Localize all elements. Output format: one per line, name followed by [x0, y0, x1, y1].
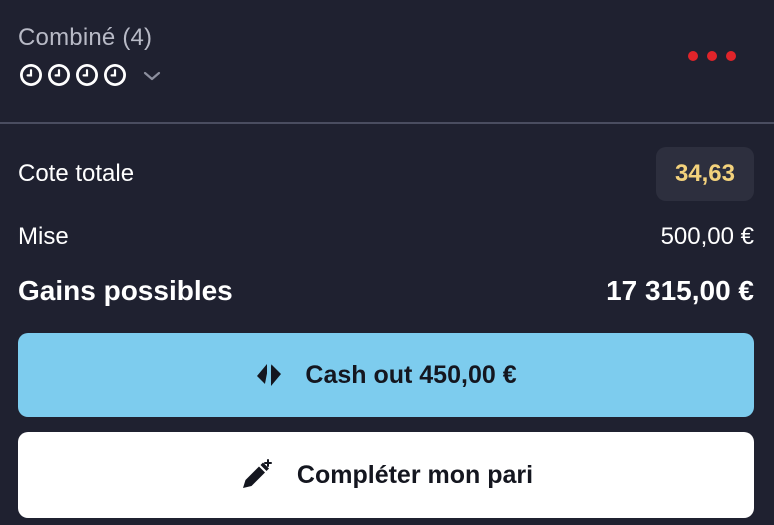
cashout-icon — [255, 360, 283, 390]
menu-dot — [726, 51, 736, 61]
potential-gains-value: 17 315,00 € — [606, 275, 754, 306]
clock-icon — [48, 64, 70, 86]
total-odds-badge: 34,63 — [655, 147, 754, 201]
bet-header[interactable]: Combiné (4) — [0, 0, 774, 123]
bet-title: Combiné (4) — [18, 24, 153, 51]
total-odds-label: Cote totale — [18, 160, 135, 187]
potential-gains-label: Gains possibles — [18, 275, 233, 306]
clock-icon — [104, 64, 126, 86]
total-odds-value: 34,63 — [674, 160, 735, 187]
stake-value: 500,00 € — [660, 223, 754, 250]
menu-dot — [688, 51, 698, 61]
stake-label: Mise — [18, 223, 69, 250]
more-dots-icon[interactable] — [688, 46, 736, 66]
selection-status-row — [18, 62, 162, 88]
edit-pen-icon — [239, 458, 275, 492]
clock-icon — [20, 64, 42, 86]
menu-dot — [707, 51, 717, 61]
complete-bet-label: Compléter mon pari — [296, 460, 534, 489]
chevron-down-icon[interactable] — [142, 69, 162, 83]
total-odds-row: Cote totale 34,63 — [18, 147, 754, 201]
cashout-label: Cash out 450,00 € — [305, 360, 517, 389]
potential-gains-row: Gains possibles 17 315,00 € — [18, 270, 754, 312]
bet-card: Combiné (4) Cote totale 34,63 Mise 500,0… — [0, 0, 774, 525]
stake-row: Mise 500,00 € — [18, 218, 754, 256]
cashout-button[interactable]: Cash out 450,00 € — [18, 333, 754, 417]
clock-icon — [76, 64, 98, 86]
header-divider — [0, 122, 774, 124]
complete-bet-button[interactable]: Compléter mon pari — [18, 432, 754, 518]
